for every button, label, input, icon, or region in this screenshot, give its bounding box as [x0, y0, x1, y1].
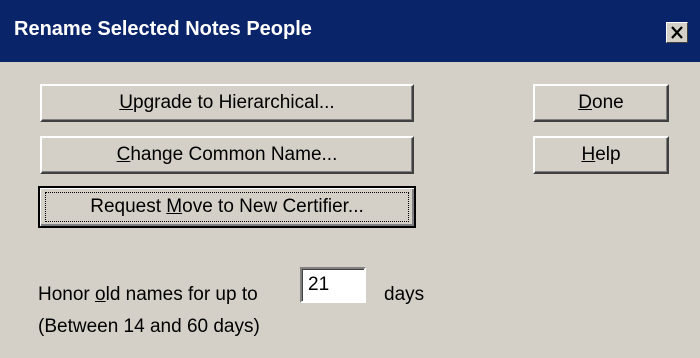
help-button[interactable]: Help: [533, 136, 669, 174]
range-hint: (Between 14 and 60 days): [38, 316, 260, 337]
request-move-label: Request Move to New Certifier...: [90, 196, 364, 217]
rename-dialog: Rename Selected Notes People Upgrade to …: [0, 0, 700, 358]
done-label: Done: [578, 92, 624, 113]
change-common-name-label: Change Common Name...: [116, 144, 338, 165]
close-icon: [671, 26, 683, 39]
title-bar: Rename Selected Notes People: [0, 0, 700, 62]
done-button[interactable]: Done: [533, 84, 669, 122]
change-common-name-button[interactable]: Change Common Name...: [40, 136, 414, 174]
window-title: Rename Selected Notes People: [14, 18, 312, 40]
honor-old-names-label: Honor old names for up to: [38, 284, 258, 305]
close-button[interactable]: [666, 22, 688, 43]
request-move-button[interactable]: Request Move to New Certifier...: [38, 186, 416, 228]
days-input[interactable]: [300, 267, 366, 303]
upgrade-to-hierarchical-button[interactable]: Upgrade to Hierarchical...: [40, 84, 414, 122]
upgrade-label: Upgrade to Hierarchical...: [119, 92, 335, 113]
help-label: Help: [581, 144, 621, 165]
days-unit-label: days: [384, 284, 425, 305]
